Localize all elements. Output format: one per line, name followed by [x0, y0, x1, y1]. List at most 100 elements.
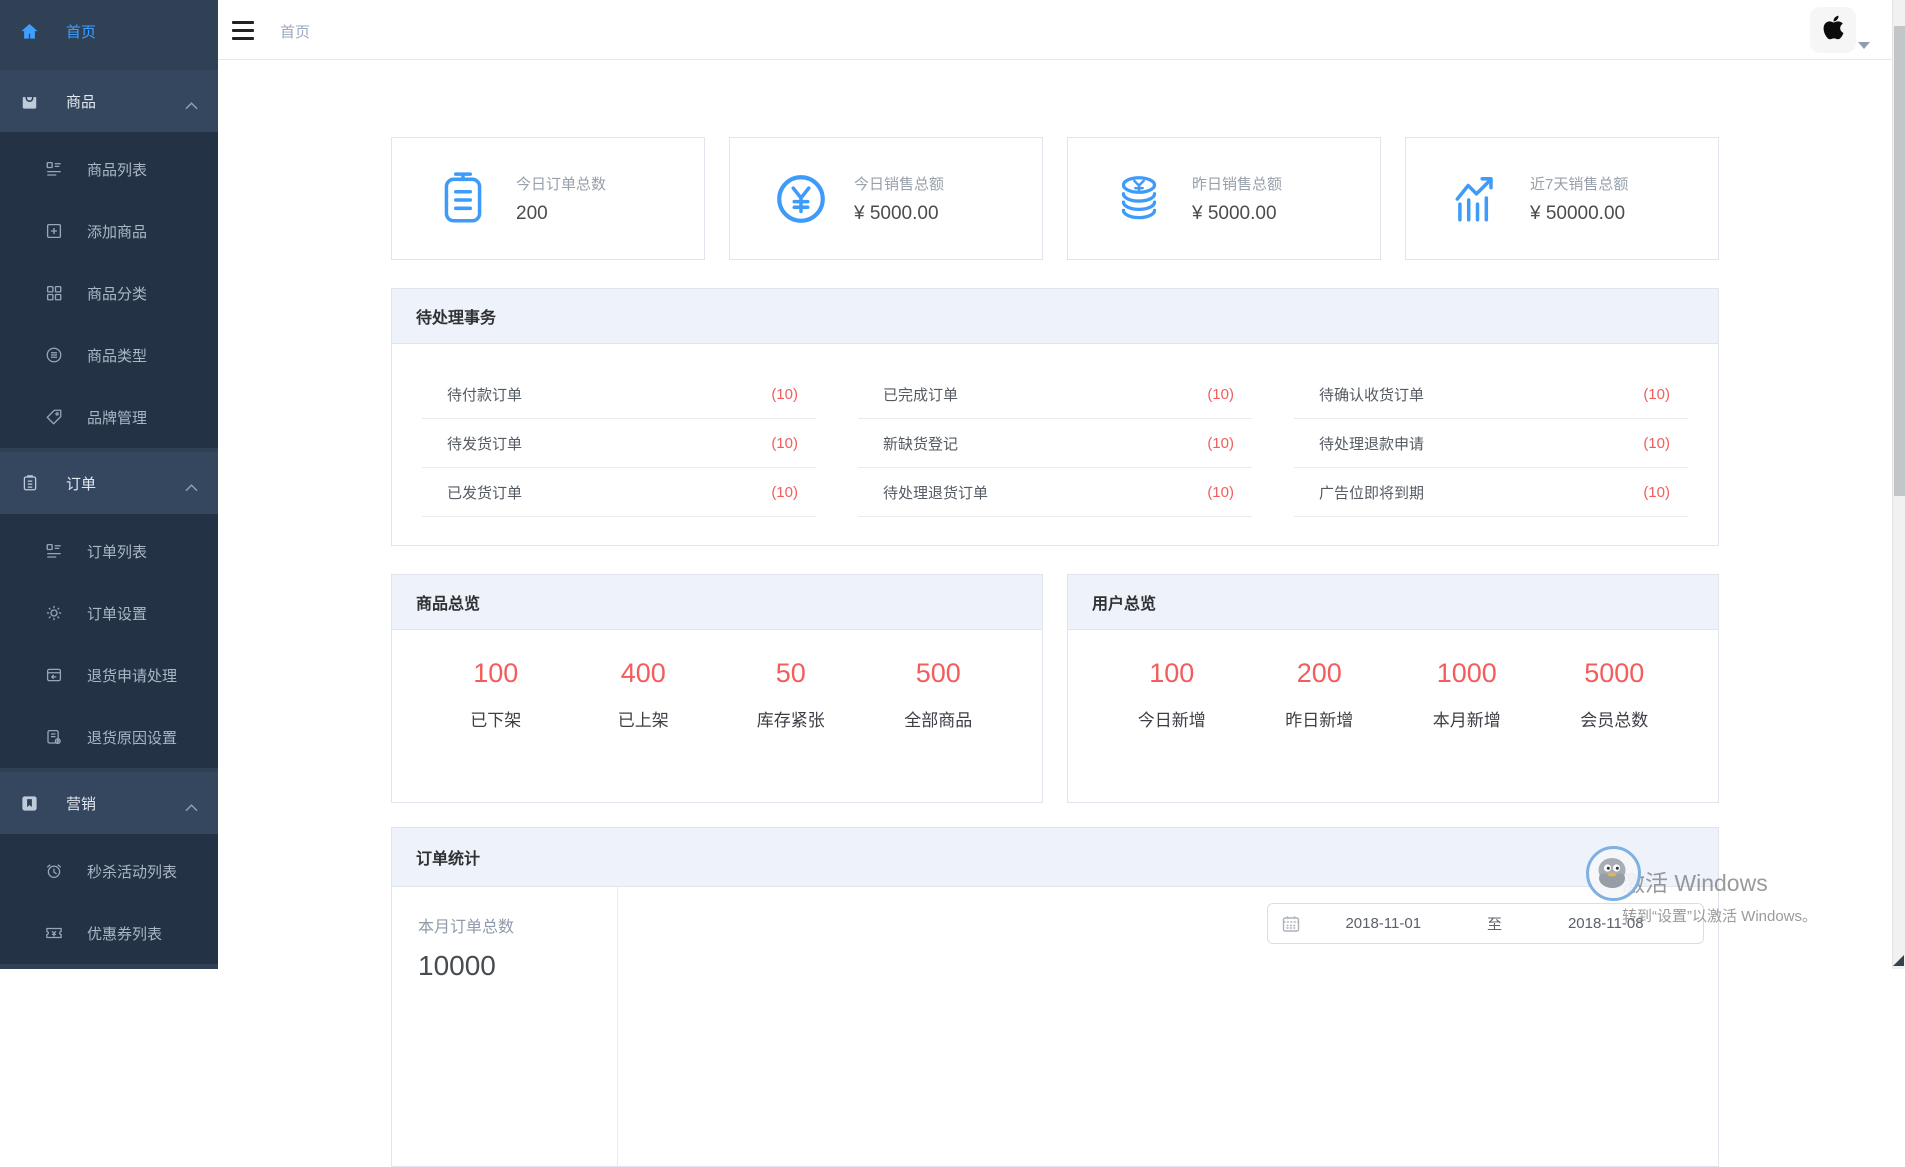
flash-sale-icon [44, 862, 63, 881]
week-sales-icon [1448, 170, 1506, 228]
pending-item[interactable]: 新缺货登记 (10) [858, 419, 1252, 468]
stat-card-yesterday-sales[interactable]: 昨日销售总额 ¥ 5000.00 [1067, 137, 1381, 260]
sidebar-item-flash-sale[interactable]: 秒杀活动列表 [0, 840, 218, 902]
sidebar-item-return-reason[interactable]: 退货原因设置 [0, 706, 218, 768]
stat-cards-row: 今日订单总数 200 今日销售总额 ¥ 5000.00 昨日销售总额 ¥ 500… [391, 137, 1719, 260]
avatar[interactable] [1810, 7, 1856, 53]
stat-card-label: 今日销售总额 [854, 173, 944, 194]
pending-count: (10) [771, 386, 798, 403]
sidebar-item-product-add[interactable]: 添加商品 [0, 200, 218, 262]
product-list-icon [44, 160, 63, 179]
overview-stat[interactable]: 200 昨日新增 [1246, 658, 1394, 731]
product-overview-body: 100 已下架 400 已上架 50 库存紧张 500 全部商品 [392, 630, 1042, 731]
panel-title: 商品总览 [416, 590, 480, 614]
date-end-field[interactable]: 2018-11-08 [1523, 915, 1690, 932]
pending-item[interactable]: 已完成订单 (10) [858, 370, 1252, 419]
product-category-icon [44, 284, 63, 303]
date-start-field[interactable]: 2018-11-01 [1300, 915, 1467, 932]
pending-item[interactable]: 待处理退款申请 (10) [1294, 419, 1688, 468]
stat-card-value: ¥ 50000.00 [1530, 203, 1628, 225]
product-overview-panel: 商品总览 100 已下架 400 已上架 50 库存紧张 500 全部商品 [391, 574, 1043, 803]
sidebar-item-label: 商品列表 [87, 159, 147, 180]
sidebar-item-label: 添加商品 [87, 221, 147, 242]
pending-count: (10) [771, 435, 798, 452]
sidebar: 首页 商品 商品列表 添加商品 商品分类 [0, 0, 218, 969]
order-stats-body: 本月订单总数 10000 2018-11-01 至 2018-11-08 [392, 887, 1718, 1167]
avatar-dropdown-caret-icon[interactable] [1858, 42, 1870, 49]
sidebar-item-label: 商品类型 [87, 345, 147, 366]
sidebar-item-product-type[interactable]: 商品类型 [0, 324, 218, 386]
pending-panel: 待处理事务 待付款订单 (10) 已完成订单 (10) 待确认收货订单 (10)… [391, 288, 1719, 546]
sidebar-item-product[interactable]: 商品 [0, 70, 218, 132]
overview-stat[interactable]: 1000 本月新增 [1393, 658, 1541, 731]
yesterday-sales-icon [1110, 170, 1168, 228]
pending-count: (10) [1207, 435, 1234, 452]
pending-item[interactable]: 待发货订单 (10) [422, 419, 816, 468]
sidebar-item-product-list[interactable]: 商品列表 [0, 138, 218, 200]
page-scrollbar[interactable] [1892, 0, 1905, 969]
today-sales-icon [772, 170, 830, 228]
sidebar-item-return-apply[interactable]: 退货申请处理 [0, 644, 218, 706]
top-navbar: 首页 [218, 0, 1892, 60]
sidebar-item-order-setting[interactable]: 订单设置 [0, 582, 218, 644]
overview-stat[interactable]: 50 库存紧张 [717, 658, 865, 731]
overview-stat[interactable]: 5000 会员总数 [1541, 658, 1689, 731]
pending-item[interactable]: 广告位即将到期 (10) [1294, 468, 1688, 517]
chevron-up-icon [185, 799, 198, 816]
sidebar-item-order[interactable]: 订单 [0, 452, 218, 514]
sidebar-item-coupon[interactable]: 优惠券列表 [0, 902, 218, 964]
scrollbar-thumb[interactable] [1894, 26, 1905, 496]
sidebar-item-label: 商品 [66, 91, 96, 112]
stat-card-week-sales[interactable]: 近7天销售总额 ¥ 50000.00 [1405, 137, 1719, 260]
order-stats-header: 订单统计 [392, 828, 1718, 887]
stat-card-value: 200 [516, 203, 606, 225]
pending-items-grid: 待付款订单 (10) 已完成订单 (10) 待确认收货订单 (10) 待发货订单… [392, 344, 1718, 517]
pending-item[interactable]: 待付款订单 (10) [422, 370, 816, 419]
stat-card-value: ¥ 5000.00 [1192, 203, 1282, 225]
sidebar-item-brand[interactable]: 品牌管理 [0, 386, 218, 448]
overview-stat[interactable]: 400 已上架 [570, 658, 718, 731]
sidebar-item-label: 首页 [66, 21, 96, 42]
sidebar-item-product-category[interactable]: 商品分类 [0, 262, 218, 324]
sidebar-item-marketing[interactable]: 营销 [0, 772, 218, 834]
return-apply-icon [44, 666, 63, 685]
order-list-icon [44, 542, 63, 561]
return-reason-icon [44, 728, 63, 747]
stat-card-today-orders[interactable]: 今日订单总数 200 [391, 137, 705, 260]
stat-card-today-sales[interactable]: 今日销售总额 ¥ 5000.00 [729, 137, 1043, 260]
pending-count: (10) [1643, 484, 1670, 501]
chevron-up-icon [185, 479, 198, 496]
pending-item[interactable]: 待处理退货订单 (10) [858, 468, 1252, 517]
sidebar-item-label: 秒杀活动列表 [87, 861, 177, 882]
sidebar-item-home[interactable]: 首页 [0, 0, 218, 62]
hamburger-menu-icon[interactable] [232, 14, 266, 46]
brand-icon [44, 408, 63, 427]
sidebar-item-label: 退货原因设置 [87, 727, 177, 748]
pending-item[interactable]: 已发货订单 (10) [422, 468, 816, 517]
product-type-icon [44, 346, 63, 365]
corner-resize-glyph [1893, 955, 1904, 966]
user-overview-body: 100 今日新增 200 昨日新增 1000 本月新增 5000 会员总数 [1068, 630, 1718, 731]
sidebar-item-label: 品牌管理 [87, 407, 147, 428]
breadcrumb[interactable]: 首页 [280, 21, 310, 42]
panel-title: 订单统计 [416, 845, 480, 869]
chat-assistant-icon[interactable] [1585, 845, 1642, 902]
overview-stat[interactable]: 100 今日新增 [1098, 658, 1246, 731]
marketing-icon [20, 794, 39, 813]
overview-stat[interactable]: 100 已下架 [422, 658, 570, 731]
sidebar-item-label: 订单设置 [87, 603, 147, 624]
main-content: 今日订单总数 200 今日销售总额 ¥ 5000.00 昨日销售总额 ¥ 500… [391, 61, 1719, 1167]
overview-row: 商品总览 100 已下架 400 已上架 50 库存紧张 500 全部商品 [391, 574, 1719, 803]
order-month-metric: 本月订单总数 10000 [392, 887, 618, 1167]
date-range-picker[interactable]: 2018-11-01 至 2018-11-08 [1267, 903, 1704, 944]
apple-logo-icon [1822, 14, 1845, 46]
panel-title: 待处理事务 [416, 304, 496, 328]
order-submenu: 订单列表 订单设置 退货申请处理 退货原因设置 [0, 514, 218, 768]
pending-count: (10) [1207, 386, 1234, 403]
coupon-icon [44, 924, 63, 943]
calendar-icon [1282, 915, 1300, 933]
pending-item[interactable]: 待确认收货订单 (10) [1294, 370, 1688, 419]
sidebar-item-order-list[interactable]: 订单列表 [0, 520, 218, 582]
pending-count: (10) [1643, 435, 1670, 452]
overview-stat[interactable]: 500 全部商品 [865, 658, 1013, 731]
